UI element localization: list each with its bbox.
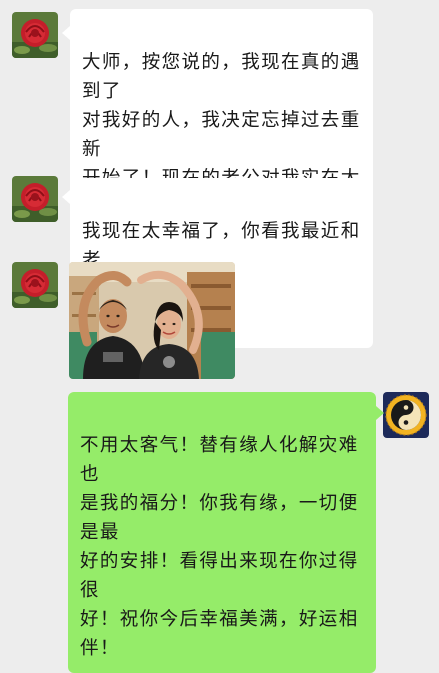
rose-avatar-icon bbox=[12, 176, 58, 222]
rose-avatar-icon bbox=[12, 12, 58, 58]
sender-avatar[interactable] bbox=[12, 176, 58, 222]
sender-avatar[interactable] bbox=[12, 12, 58, 58]
sender-avatar[interactable] bbox=[12, 262, 58, 308]
couple-photo-icon bbox=[69, 262, 235, 379]
bubble-tail bbox=[376, 406, 384, 420]
shared-photo[interactable] bbox=[69, 262, 235, 379]
rose-avatar-icon bbox=[12, 262, 58, 308]
message-text: 不用太客气！替有缘人化解灾难也 是我的福分！你我有缘，一切便是最 好的安排！看得… bbox=[80, 435, 359, 659]
yin-yang-avatar-icon bbox=[383, 392, 429, 438]
bubble-tail bbox=[62, 26, 70, 40]
message-bubble-outgoing[interactable]: 不用太客气！替有缘人化解灾难也 是我的福分！你我有缘，一切便是最 好的安排！看得… bbox=[68, 392, 376, 673]
bubble-tail bbox=[62, 190, 70, 204]
self-avatar[interactable] bbox=[383, 392, 429, 438]
